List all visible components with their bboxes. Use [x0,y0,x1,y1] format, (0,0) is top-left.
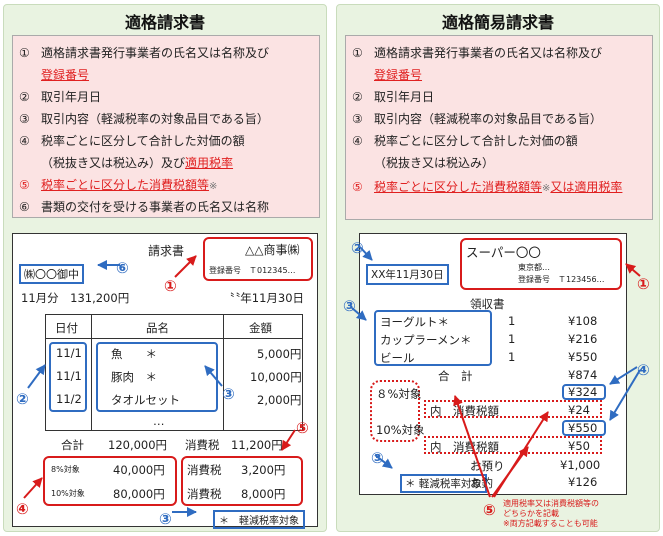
arrow [609,369,641,421]
annotation-arrows [23,246,641,517]
arrow [625,263,641,277]
arrow [351,307,367,321]
arrow [174,255,197,278]
arrow [27,364,46,389]
arrow [453,395,491,498]
arrow [204,365,223,387]
arrow [359,246,373,261]
arrow [23,477,43,499]
arrow [493,411,549,498]
arrow [374,454,393,469]
arrow [281,429,296,451]
